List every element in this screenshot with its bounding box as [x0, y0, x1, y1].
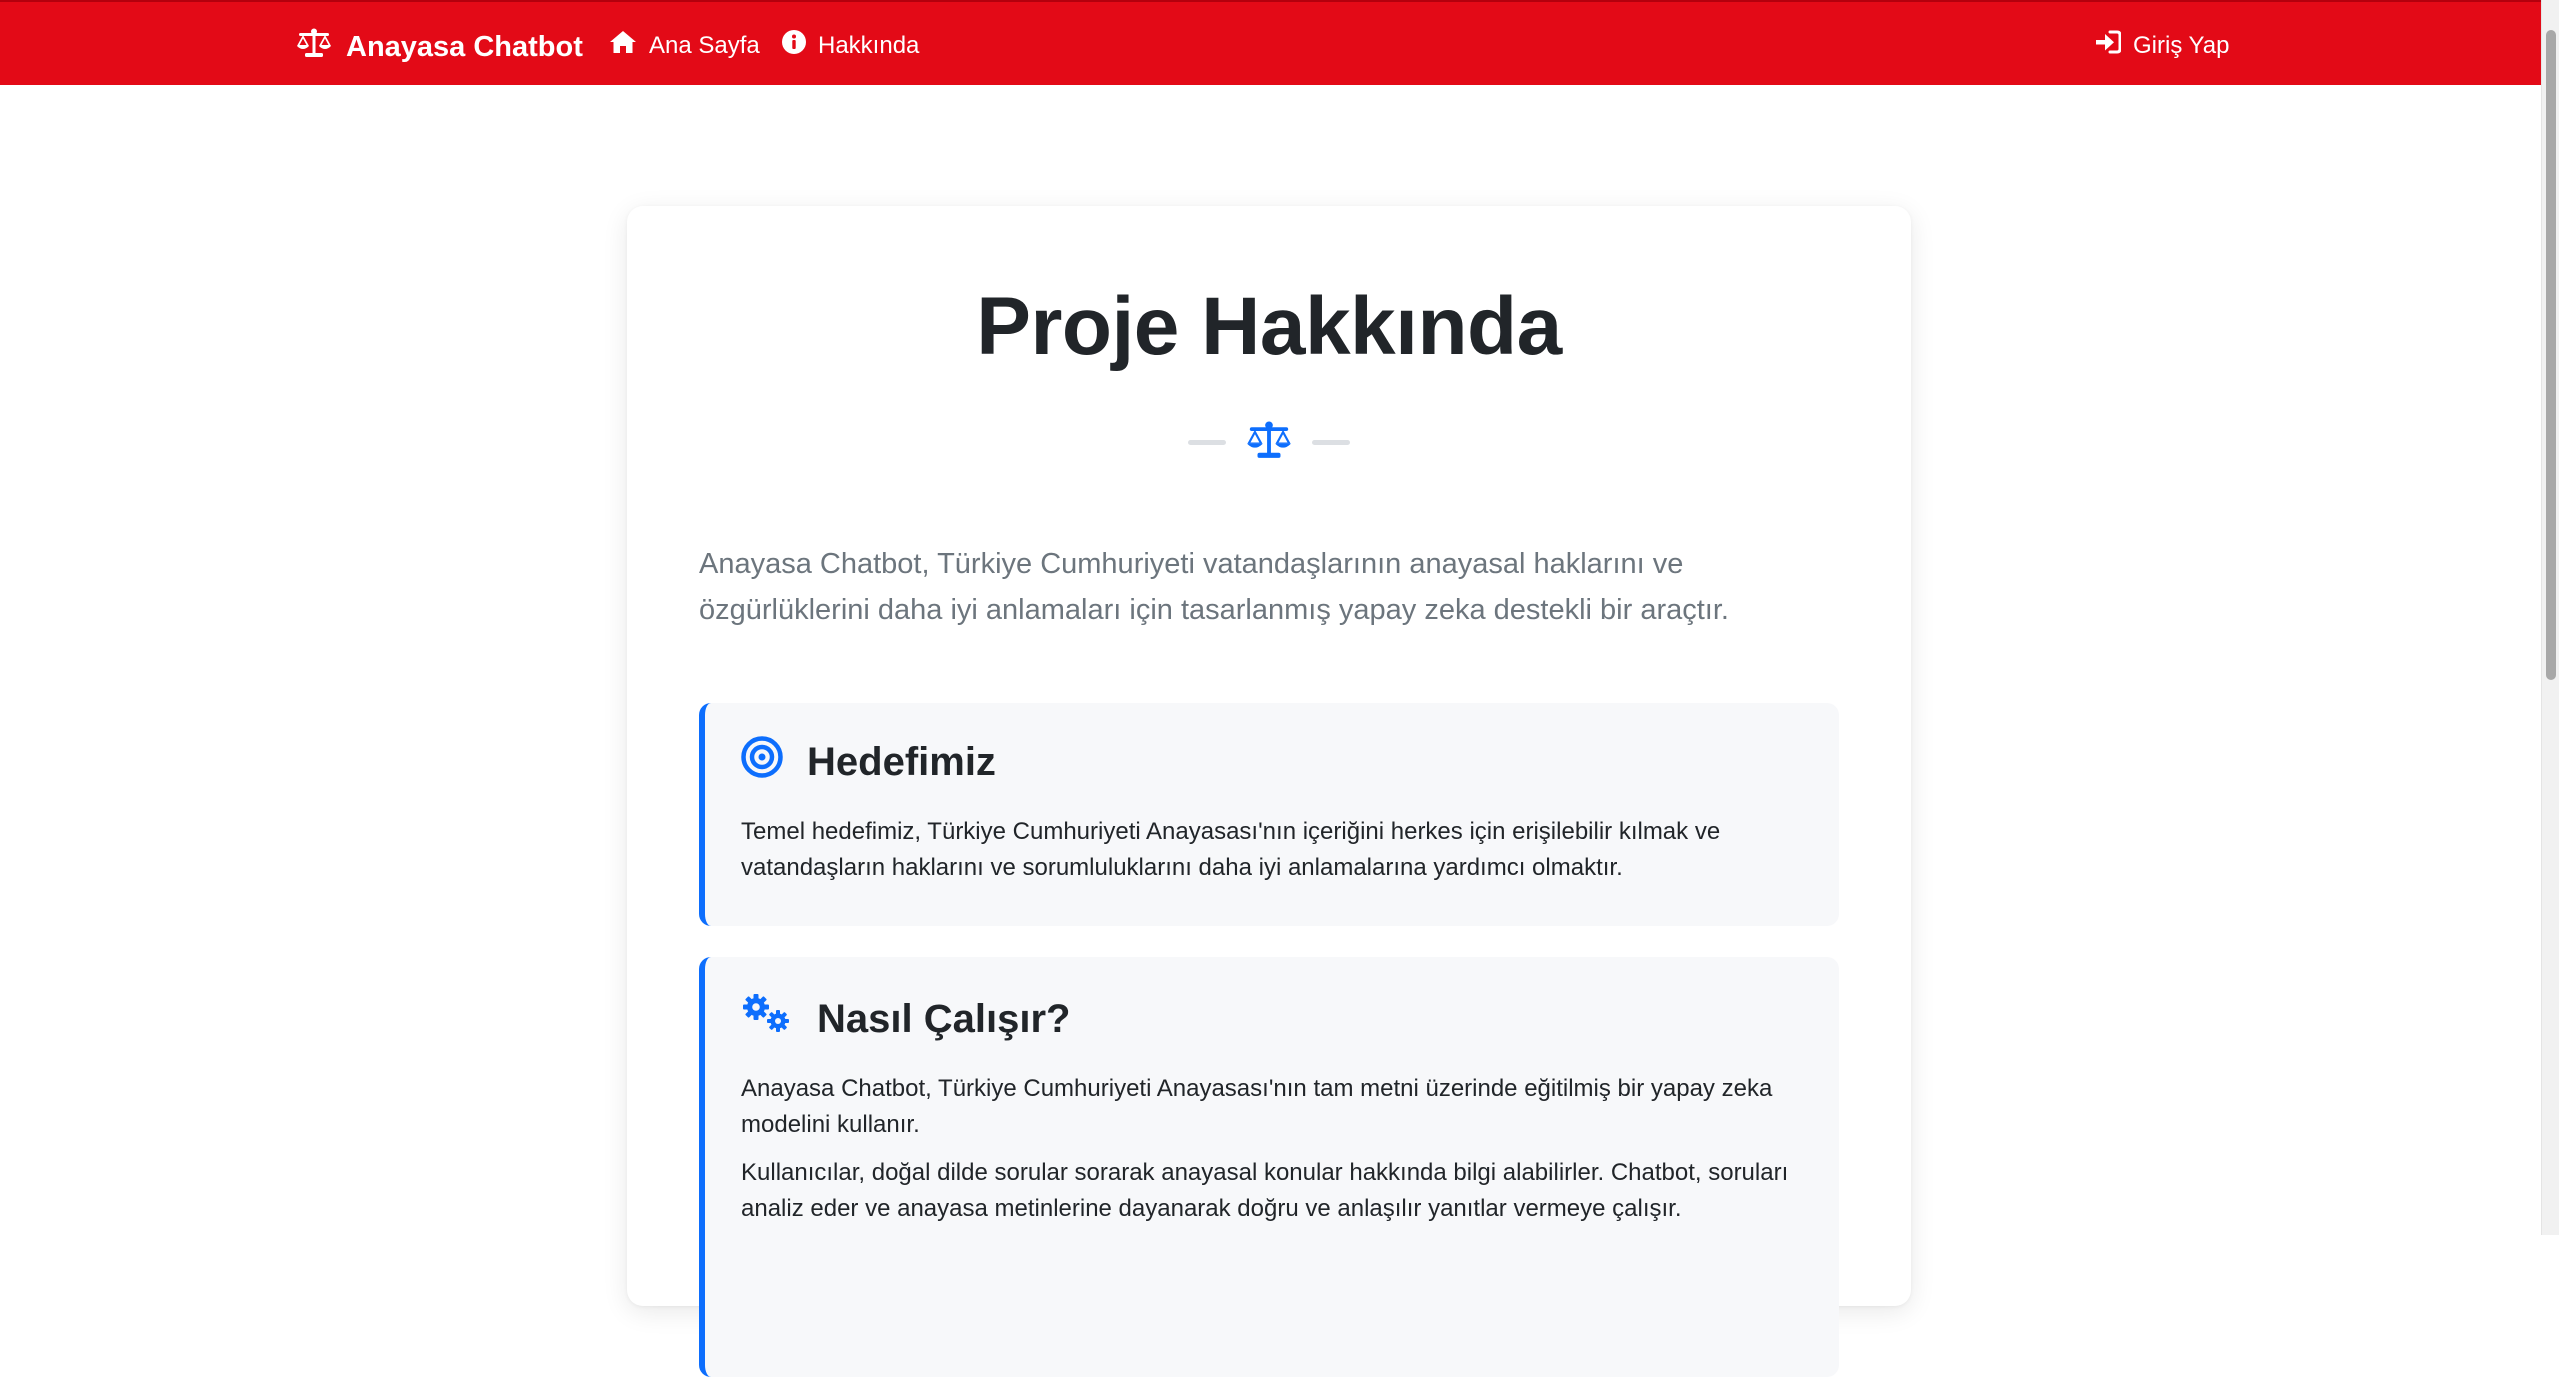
divider-line-right — [1312, 440, 1350, 445]
login-label: Giriş Yap — [2133, 31, 2230, 59]
how-it-works-title: Nasıl Çalışır? — [817, 996, 1071, 1041]
brand-name: Anayasa Chatbot — [346, 30, 583, 63]
how-it-works-text-1: Anayasa Chatbot, Türkiye Cumhuriyeti Ana… — [741, 1075, 1773, 1138]
nav-link-about[interactable]: Hakkında — [782, 30, 919, 61]
info-circle-icon — [782, 30, 818, 61]
balance-scale-icon — [1226, 420, 1312, 465]
goal-section: Hedefimiz Temel hedefimiz, Türkiye Cumhu… — [699, 703, 1839, 926]
how-it-works-text-2: Kullanıcılar, doğal dilde sorular sorara… — [741, 1159, 1789, 1222]
bullseye-icon — [741, 736, 807, 788]
goal-text: Temel hedefimiz, Türkiye Cumhuriyeti Ana… — [741, 818, 1721, 881]
goal-heading: Hedefimiz — [741, 736, 996, 788]
brand-link[interactable]: Anayasa Chatbot — [296, 28, 583, 66]
nav-link-home[interactable]: Ana Sayfa — [609, 30, 760, 61]
page-scrollbar[interactable] — [2541, 0, 2559, 1235]
cogs-icon — [741, 993, 817, 1045]
balance-scale-icon — [296, 28, 346, 66]
nav-link-home-label: Ana Sayfa — [649, 31, 760, 59]
home-icon — [609, 30, 649, 61]
page-title: Proje Hakkında — [976, 281, 1562, 372]
about-card: Proje Hakkında Anayasa Chatbot, Türkiye … — [627, 206, 1911, 1377]
scrollbar-thumb[interactable] — [2546, 30, 2556, 680]
how-it-works-heading: Nasıl Çalışır? — [741, 993, 1070, 1045]
login-link[interactable]: Giriş Yap — [2095, 30, 2229, 61]
intro-paragraph: Anayasa Chatbot, Türkiye Cumhuriyeti vat… — [699, 548, 1729, 626]
title-divider — [627, 420, 1911, 465]
top-navbar: Anayasa Chatbot Ana Sayfa Hakkında Giriş… — [0, 0, 2541, 85]
sign-in-icon — [2095, 30, 2133, 61]
goal-title: Hedefimiz — [807, 739, 996, 784]
how-it-works-section: Nasıl Çalışır? Anayasa Chatbot, Türkiye … — [699, 957, 1839, 1377]
divider-line-left — [1188, 440, 1226, 445]
nav-link-about-label: Hakkında — [818, 31, 920, 59]
